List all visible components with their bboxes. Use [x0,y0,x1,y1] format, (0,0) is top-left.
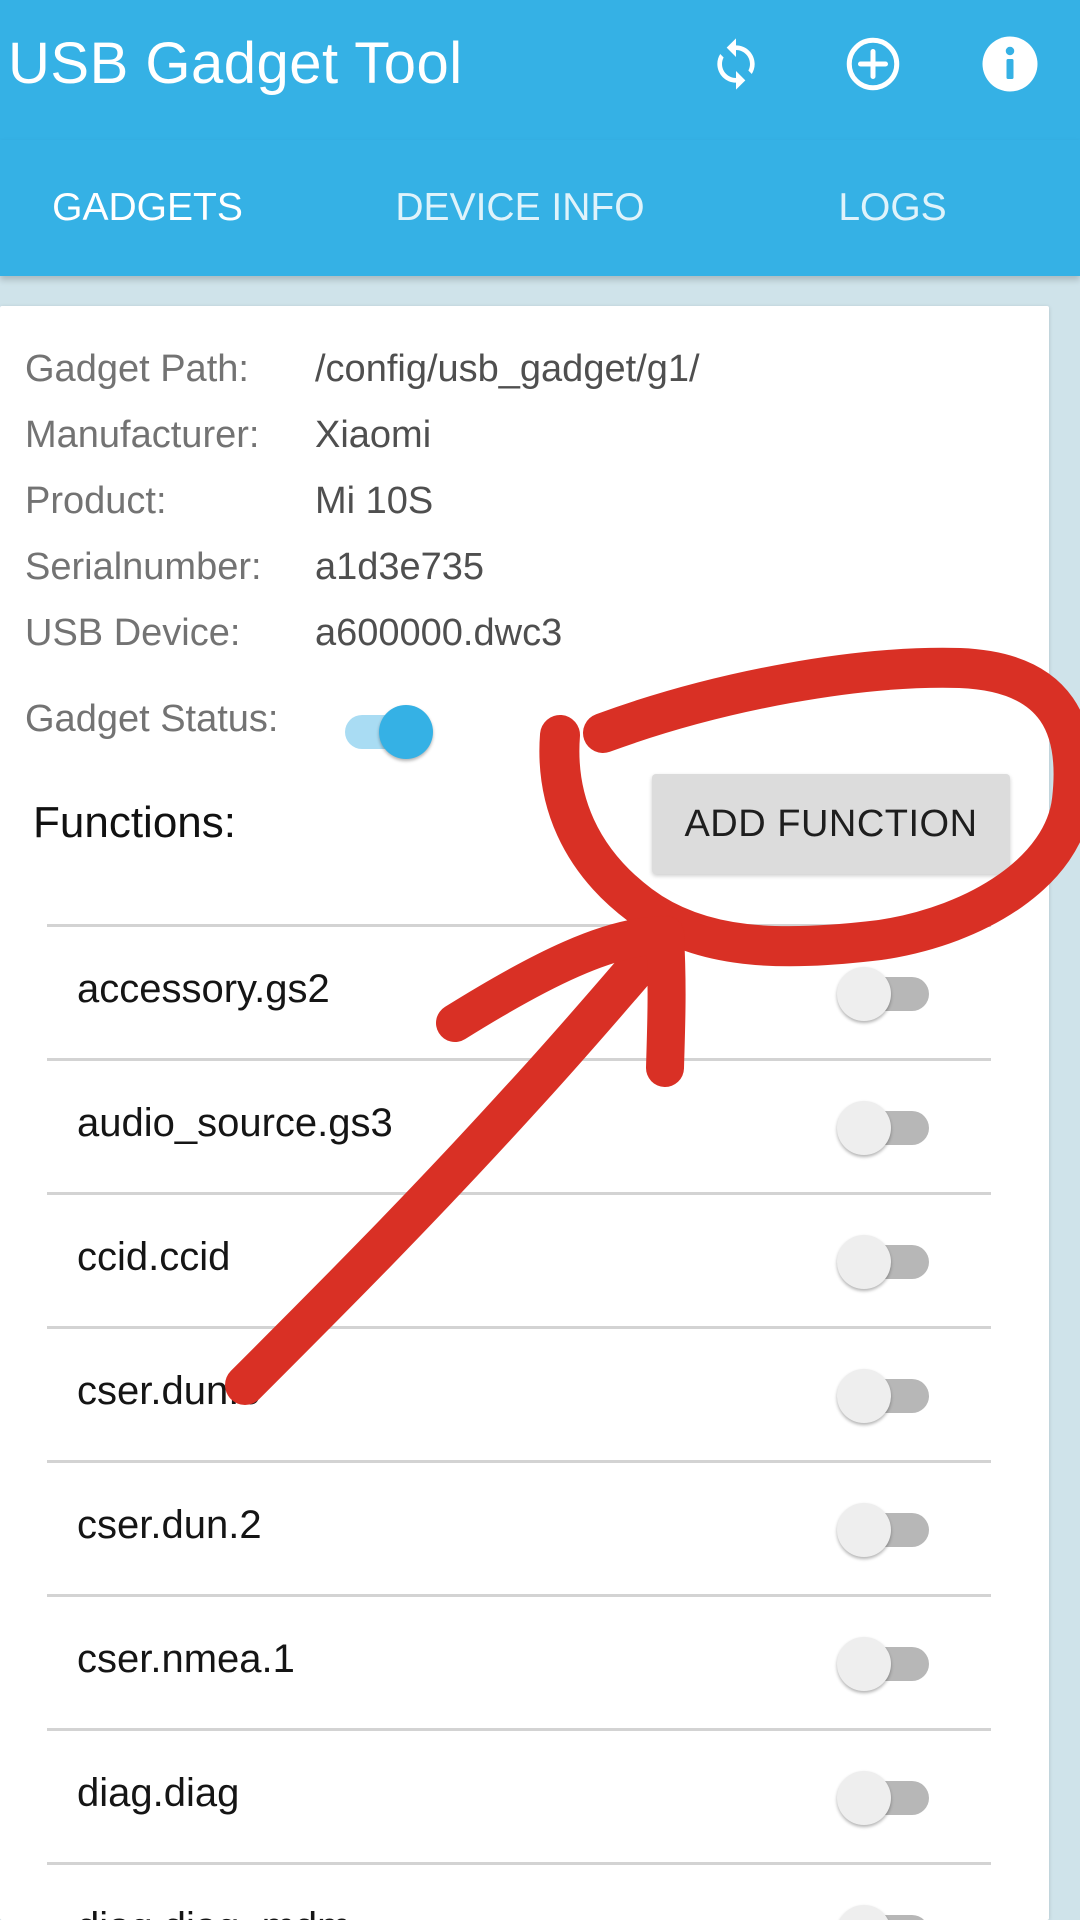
gadget-path-value: /config/usb_gadget/g1/ [315,348,700,390]
gadget-status-label: Gadget Status: [25,698,279,740]
function-toggle[interactable] [837,1901,933,1920]
function-toggle[interactable] [837,1097,933,1157]
usb-device-label: USB Device: [25,612,241,654]
tab-bar: GADGETS DEVICE INFO LOGS [0,140,1080,276]
function-name: cser.dun.2 [77,1503,262,1547]
gadget-path-label: Gadget Path: [25,348,249,390]
product-label: Product: [25,480,167,522]
list-item[interactable]: diag.diag [47,1728,991,1862]
list-item[interactable]: cser.dun.2 [47,1460,991,1594]
function-toggle[interactable] [837,1499,933,1559]
list-item[interactable]: audio_source.gs3 [47,1058,991,1192]
function-name: ccid.ccid [77,1235,231,1279]
manufacturer-value: Xiaomi [315,414,432,456]
add-circle-icon[interactable] [841,32,905,96]
app-bar: USB Gadget Tool [0,0,1080,140]
function-name: cser.dun.0 [77,1369,262,1413]
function-name: diag.diag_mdm [77,1905,351,1920]
usb-device-value: a600000.dwc3 [315,612,563,654]
functions-heading: Functions: [33,798,236,847]
function-name: cser.nmea.1 [77,1637,295,1681]
tab-logs[interactable]: LOGS [780,140,1005,276]
list-item[interactable]: diag.diag_mdm [47,1862,991,1920]
list-item[interactable]: cser.dun.0 [47,1326,991,1460]
function-name: diag.diag [77,1771,240,1815]
function-toggle[interactable] [837,1767,933,1827]
tab-gadgets[interactable]: GADGETS [0,140,295,276]
serial-label: Serialnumber: [25,546,262,588]
app-title: USB Gadget Tool [8,31,463,96]
product-value: Mi 10S [315,480,434,522]
serial-value: a1d3e735 [315,546,485,588]
gadget-card: Gadget Path: /config/usb_gadget/g1/ Manu… [0,306,1049,1920]
function-toggle[interactable] [837,1365,933,1425]
list-item[interactable]: accessory.gs2 [47,924,991,1058]
info-icon[interactable] [978,32,1042,96]
list-item[interactable]: cser.nmea.1 [47,1594,991,1728]
add-function-button[interactable]: ADD FUNCTION [652,774,1010,874]
function-name: audio_source.gs3 [77,1101,393,1145]
gadget-status-toggle[interactable] [345,700,437,760]
manufacturer-label: Manufacturer: [25,414,260,456]
list-item[interactable]: ccid.ccid [47,1192,991,1326]
toggle-thumb [379,705,433,759]
function-list: accessory.gs2 audio_source.gs3 ccid.ccid… [47,924,991,1920]
function-toggle[interactable] [837,1633,933,1693]
tab-device-info[interactable]: DEVICE INFO [340,140,700,276]
function-toggle[interactable] [837,1231,933,1291]
function-name: accessory.gs2 [77,967,330,1011]
refresh-icon[interactable] [704,32,768,96]
function-toggle[interactable] [837,963,933,1023]
